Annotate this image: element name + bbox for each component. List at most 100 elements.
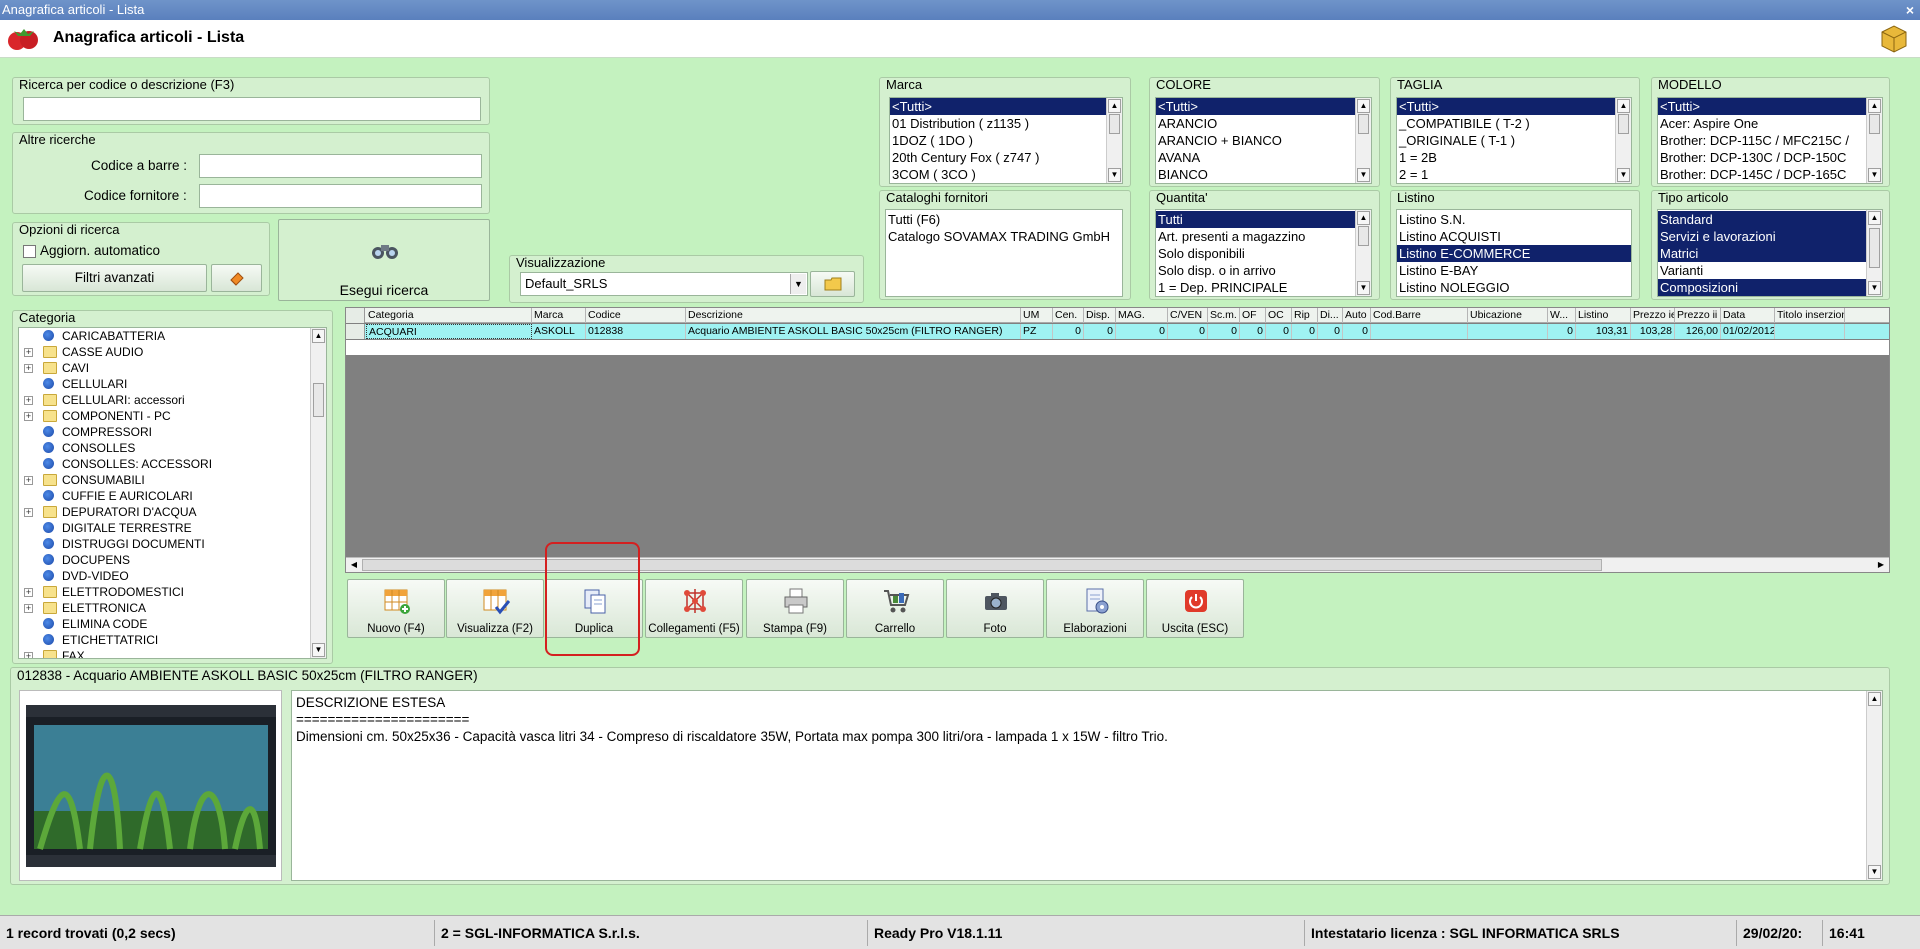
column-header[interactable]: MAG. (1116, 308, 1168, 323)
quantita-item[interactable]: 1 = Dep. PRINCIPALE (1156, 279, 1371, 296)
expand-icon[interactable]: + (24, 476, 33, 485)
new-button[interactable]: Nuovo (F4) (347, 579, 445, 638)
tree-node[interactable]: COMPRESSORI (19, 424, 326, 440)
advanced-filters-button[interactable]: Filtri avanzati (22, 264, 207, 292)
table-cell[interactable]: 0 (1084, 324, 1116, 339)
expand-icon[interactable]: + (24, 396, 33, 405)
quantita-list[interactable]: Tutti Art. presenti a magazzino Solo dis… (1155, 209, 1372, 297)
photo-button[interactable]: Foto (946, 579, 1044, 638)
scroll-up-icon[interactable]: ▲ (1868, 99, 1881, 113)
taglia-item[interactable]: 2 = 1 (1397, 166, 1631, 183)
tree-node[interactable]: CONSOLLES: ACCESSORI (19, 456, 326, 472)
scroll-down-icon[interactable]: ▼ (1108, 168, 1121, 182)
table-cell[interactable]: ASKOLL (532, 324, 586, 339)
close-icon[interactable]: × (1906, 0, 1914, 20)
scroll-thumb[interactable] (1358, 226, 1369, 246)
quantita-item[interactable]: Solo disp. o in arrivo (1156, 262, 1371, 279)
marca-item[interactable]: 3COM ( 3CO ) (890, 166, 1122, 183)
cataloghi-item[interactable]: Tutti (F6) (886, 211, 1122, 228)
expand-icon[interactable]: + (24, 652, 33, 658)
categoria-tree[interactable]: ▲ ▼ CARICABATTERIA + CASSE AUDIO + CAVI CELLUL… (18, 327, 327, 659)
column-header[interactable]: OC (1266, 308, 1292, 323)
scroll-down-icon[interactable]: ▼ (1357, 168, 1370, 182)
taglia-item[interactable]: _ORIGINALE ( T-1 ) (1397, 132, 1631, 149)
tree-node[interactable]: CONSOLLES (19, 440, 326, 456)
scroll-thumb[interactable] (1109, 114, 1120, 134)
scroll-down-icon[interactable]: ▼ (1868, 281, 1881, 295)
table-cell[interactable]: 0 (1168, 324, 1208, 339)
column-header[interactable]: Categoria (366, 308, 532, 323)
taglia-item[interactable]: 1 = 2B (1397, 149, 1631, 166)
scroll-up-icon[interactable]: ▲ (1108, 99, 1121, 113)
modello-item[interactable]: Brother: DCP-130C / DCP-150C (1658, 149, 1882, 166)
listino-list[interactable]: Listino S.N. Listino ACQUISTI Listino E-… (1396, 209, 1632, 297)
column-header[interactable]: Listino (1576, 308, 1631, 323)
column-header[interactable]: Marca (532, 308, 586, 323)
expand-icon[interactable]: + (24, 364, 33, 373)
scroll-up-icon[interactable]: ▲ (1617, 99, 1630, 113)
scroll-thumb[interactable] (1618, 114, 1629, 134)
scroll-left-icon[interactable]: ◀ (347, 558, 361, 572)
articles-grid[interactable]: Categoria Marca Codice Descrizione UM Cen. Dis… (345, 307, 1890, 573)
tipo-item[interactable]: Varianti (1658, 262, 1882, 279)
table-cell[interactable]: 01/02/2012 (1721, 324, 1775, 339)
colore-item[interactable]: ARANCIO (1156, 115, 1371, 132)
tree-node[interactable]: CARICABATTERIA (19, 328, 326, 344)
colore-scrollbar[interactable]: ▲ ▼ (1355, 98, 1371, 183)
cart-button[interactable]: Carrello (846, 579, 944, 638)
listino-item[interactable]: Listino ACQUISTI (1397, 228, 1631, 245)
table-cell[interactable]: 0 (1548, 324, 1576, 339)
table-cell[interactable]: 0 (1292, 324, 1318, 339)
column-header[interactable]: W... (1548, 308, 1576, 323)
scroll-thumb[interactable] (1869, 114, 1880, 134)
column-header[interactable]: Titolo inserzion (1775, 308, 1845, 323)
table-cell[interactable] (1371, 324, 1468, 339)
taglia-item[interactable]: <Tutti> (1397, 98, 1631, 115)
cataloghi-item[interactable]: Catalogo SOVAMAX TRADING GmbH (886, 228, 1122, 245)
listino-item[interactable]: Listino E-BAY (1397, 262, 1631, 279)
tipo-item[interactable]: Matrici (1658, 245, 1882, 262)
scroll-down-icon[interactable]: ▼ (1868, 168, 1881, 182)
column-header[interactable]: Rip (1292, 308, 1318, 323)
table-cell[interactable]: 0 (1318, 324, 1343, 339)
chevron-down-icon[interactable]: ▼ (790, 274, 806, 294)
table-cell[interactable]: 0 (1240, 324, 1266, 339)
table-cell[interactable]: 0 (1053, 324, 1084, 339)
tree-node[interactable]: + DEPURATORI D'ACQUA (19, 504, 326, 520)
scroll-thumb[interactable] (1869, 228, 1880, 268)
column-header[interactable]: Data (1721, 308, 1775, 323)
tree-node[interactable]: + CASSE AUDIO (19, 344, 326, 360)
tree-node[interactable]: + FAX (19, 648, 326, 658)
table-cell[interactable]: 012838 (586, 324, 686, 339)
links-button[interactable]: Collegamenti (F5) (645, 579, 743, 638)
table-cell[interactable] (1775, 324, 1845, 339)
scroll-up-icon[interactable]: ▲ (1357, 99, 1370, 113)
table-cell[interactable]: 103,31 (1576, 324, 1631, 339)
colore-item[interactable]: ARANCIO + BIANCO (1156, 132, 1371, 149)
search-input[interactable] (23, 97, 481, 121)
table-cell[interactable]: 126,00 (1675, 324, 1721, 339)
quantita-item[interactable]: Art. presenti a magazzino (1156, 228, 1371, 245)
expand-icon[interactable]: + (24, 604, 33, 613)
tipo-articolo-list[interactable]: Standard Servizi e lavorazioni Matrici V… (1657, 209, 1883, 297)
expand-icon[interactable]: + (24, 588, 33, 597)
column-header[interactable]: Disp. (1084, 308, 1116, 323)
taglia-list[interactable]: <Tutti> _COMPATIBILE ( T-2 ) _ORIGINALE … (1396, 97, 1632, 184)
scroll-right-icon[interactable]: ▶ (1874, 558, 1888, 572)
table-cell[interactable]: PZ (1021, 324, 1053, 339)
modello-scrollbar[interactable]: ▲ ▼ (1866, 98, 1882, 183)
table-cell[interactable]: 0 (1208, 324, 1240, 339)
tipo-item[interactable]: Servizi e lavorazioni (1658, 228, 1882, 245)
tree-node[interactable]: + CAVI (19, 360, 326, 376)
tree-node[interactable]: DIGITALE TERRESTRE (19, 520, 326, 536)
column-header[interactable]: Auto (1343, 308, 1371, 323)
listino-item[interactable]: Listino NOLEGGIO (1397, 279, 1631, 296)
scroll-down-icon[interactable]: ▼ (1868, 865, 1881, 879)
column-header[interactable]: UM (1021, 308, 1053, 323)
execute-search-button[interactable]: Esegui ricerca (278, 219, 490, 301)
tree-node[interactable]: + CELLULARI: accessori (19, 392, 326, 408)
colore-item[interactable]: AVANA (1156, 149, 1371, 166)
barcode-input[interactable] (199, 154, 482, 178)
quantita-item[interactable]: Tutti (1156, 211, 1371, 228)
table-cell[interactable] (1468, 324, 1548, 339)
